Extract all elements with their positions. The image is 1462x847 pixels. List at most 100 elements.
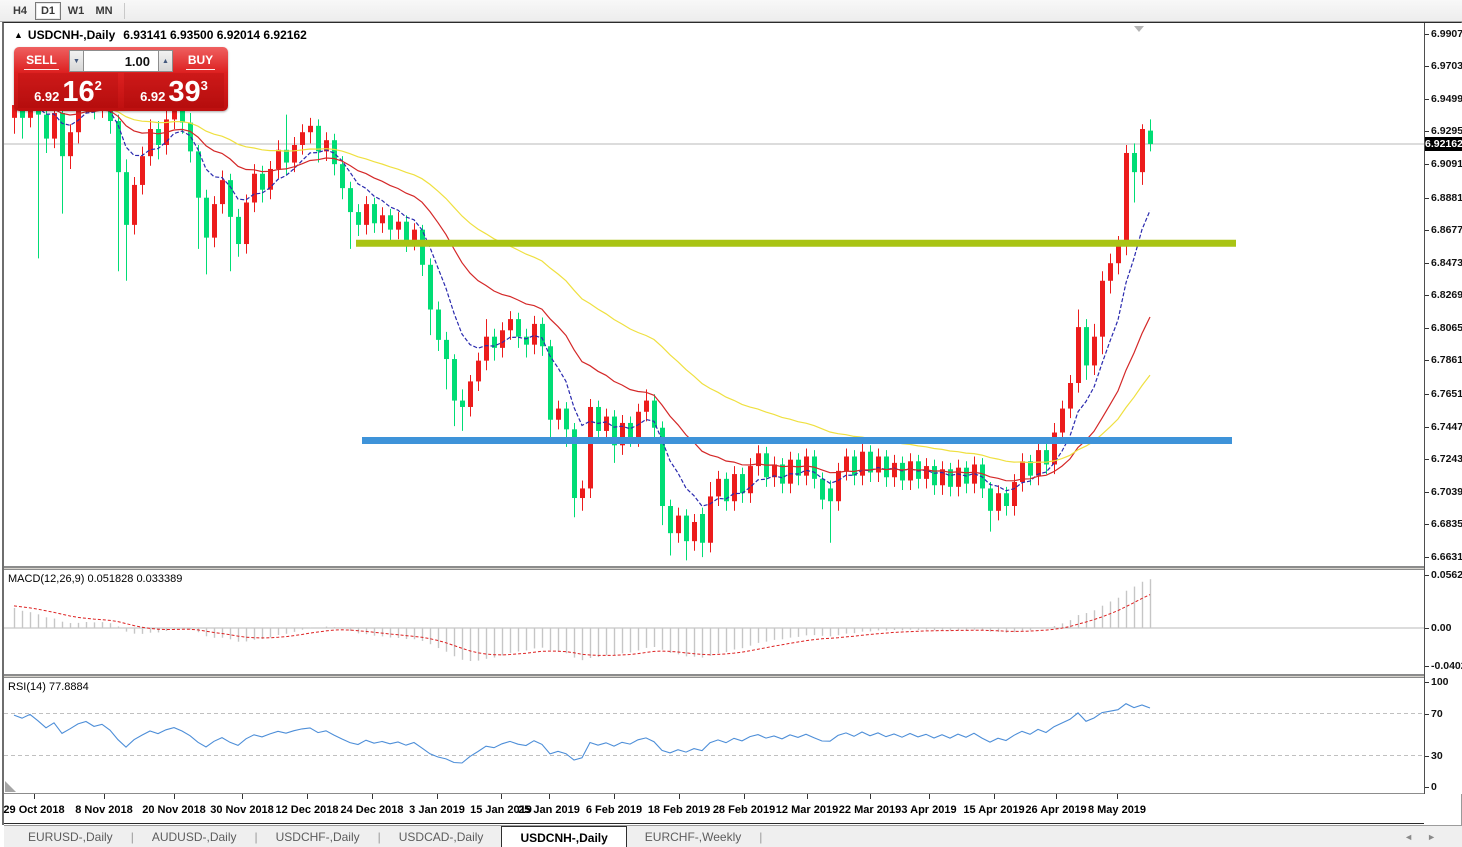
price-axis-label: 6.84730 [1431,256,1462,269]
price-axis-label: 6.92950 [1431,125,1462,138]
price-axis-label: 6.97030 [1431,60,1462,73]
rsi-pane[interactable]: RSI(14) 77.8884 [4,678,1424,794]
buy-button[interactable]: BUY [177,50,224,72]
rsi-tick [1425,755,1429,757]
chart-tab-eurchf[interactable]: EURCHF-,Weekly [627,826,759,847]
time-tick [372,794,373,799]
toolbar-separator [124,2,125,19]
time-tick [34,794,35,799]
sell-price-pips: 16 [62,76,95,108]
price-axis-label: 6.70390 [1431,485,1462,498]
time-tick [549,794,550,799]
timeframe-button-w1[interactable]: W1 [63,2,89,20]
time-tick [679,794,680,799]
scroll-corner-marker [5,781,16,792]
macd-axis-label: 0.056211 [1431,568,1462,581]
time-tick [104,794,105,799]
price-tick [1425,66,1429,68]
chart-tab-usdchf[interactable]: USDCHF-,Daily [258,826,378,847]
macd-tick [1425,665,1429,667]
time-axis-label: 30 Nov 2018 [210,804,274,816]
time-tick [174,794,175,799]
time-axis-label: 12 Mar 2019 [775,804,839,816]
time-axis-label: 25 Jan 2019 [518,804,580,816]
buy-price-base: 6.92 [140,89,166,104]
time-axis-label: 28 Feb 2019 [712,804,776,816]
buy-quote[interactable]: 6.92 39 3 [124,73,224,108]
price-tick [1425,33,1429,35]
sell-quote[interactable]: 6.92 16 2 [18,73,118,108]
time-tick [501,794,502,799]
rsi-label: RSI(14) 77.8884 [8,681,89,693]
time-tick [744,794,745,799]
slow-ma-line [13,104,1151,464]
rsi-line [13,703,1151,764]
chart-tab-eurusd[interactable]: EURUSD-,Daily [10,826,131,847]
price-tick [1425,556,1429,558]
tab-scroll-arrows[interactable]: ◄► [1404,832,1450,842]
time-tick [1117,794,1118,799]
time-tick [437,794,438,799]
price-axis-label: 6.76510 [1431,388,1462,401]
fast-ma-line [13,104,1151,507]
price-axis-label: 6.78610 [1431,354,1462,367]
time-axis-label: 18 Feb 2019 [647,804,711,816]
macd-pane[interactable]: MACD(12,26,9) 0.051828 0.033389 [4,570,1424,675]
tab-scroll-left-icon[interactable]: ◄ [1404,832,1427,842]
rsi-canvas [4,703,1424,792]
time-tick [614,794,615,799]
current-price-tag: 6.92162 [1425,137,1462,151]
volume-increase-button[interactable]: ▲ [158,50,173,72]
sell-button[interactable]: SELL [18,50,65,72]
price-tick [1425,360,1429,362]
time-axis-label: 8 May 2019 [1087,804,1147,816]
time-axis-label: 3 Jan 2019 [409,804,465,816]
price-tick [1425,98,1429,100]
time-axis-label: 6 Feb 2019 [585,804,643,816]
price-axis-label: 6.66310 [1431,550,1462,563]
macd-canvas [4,579,1424,662]
price-axis-label: 6.82690 [1431,289,1462,302]
time-axis-label: 26 Apr 2019 [1025,804,1087,816]
chart-header: ▲ USDCNH-,Daily 6.93141 6.93500 6.92014 6.… [14,28,307,42]
volume-input[interactable]: 1.00 [84,50,158,72]
sell-price-base: 6.92 [34,89,60,104]
price-tick [1425,491,1429,493]
tab-scroll-right-icon[interactable]: ► [1427,832,1450,842]
time-axis: 29 Oct 2018 8 Nov 2018 20 Nov 2018 30 Nov 2… [3,794,1424,824]
timeframe-button-h4[interactable]: H4 [7,2,33,20]
collapse-panel-icon[interactable]: ▲ [14,30,23,40]
time-axis-label: 29 Oct 2018 [3,804,65,816]
time-axis-label: 15 Apr 2019 [963,804,1025,816]
price-pane[interactable]: ▲ USDCNH-,Daily 6.93141 6.93500 6.92014 6.… [4,23,1424,567]
price-tick [1425,262,1429,264]
macd-histogram [13,579,1152,662]
timeframe-button-mn[interactable]: MN [91,2,117,20]
one-click-trading-panel: SELL ▼ 1.00 ▲ BUY 6.92 16 2 6.92 39 3 [14,47,228,111]
mt4-terminal: H4 D1 W1 MN ▲ USDCNH-,Daily 6.93141 6.93500 6… [0,0,1462,847]
time-tick [870,794,871,799]
price-axis-label: 6.74470 [1431,420,1462,433]
timeframe-button-d1[interactable]: D1 [35,1,61,20]
price-axis-label: 6.99070 [1431,27,1462,40]
macd-axis-label: 0.00 [1431,622,1452,634]
time-axis-label: 12 Dec 2018 [275,804,339,816]
rsi-axis-label: 30 [1431,749,1443,762]
chart-shift-marker[interactable] [1134,26,1144,32]
rsi-tick [1425,713,1429,715]
volume-decrease-button[interactable]: ▼ [69,50,84,72]
price-axis-label: 6.90910 [1431,158,1462,170]
chart-tab-usdcad[interactable]: USDCAD-,Daily [381,826,502,847]
time-tick [994,794,995,799]
macd-label: MACD(12,26,9) 0.051828 0.033389 [8,573,183,585]
macd-tick [1425,574,1429,576]
rsi-axis-label: 0 [1431,781,1437,793]
rsi-tick [1425,682,1429,683]
chart-tab-usdcnh[interactable]: USDCNH-,Daily [501,826,627,847]
time-tick [242,794,243,799]
time-axis-label: 24 Dec 2018 [340,804,404,816]
rsi-axis-label: 70 [1431,707,1443,720]
chart-tab-audusd[interactable]: AUDUSD-,Daily [134,826,255,847]
time-axis-label: 8 Nov 2018 [75,804,133,816]
axis-divider [1424,23,1425,794]
